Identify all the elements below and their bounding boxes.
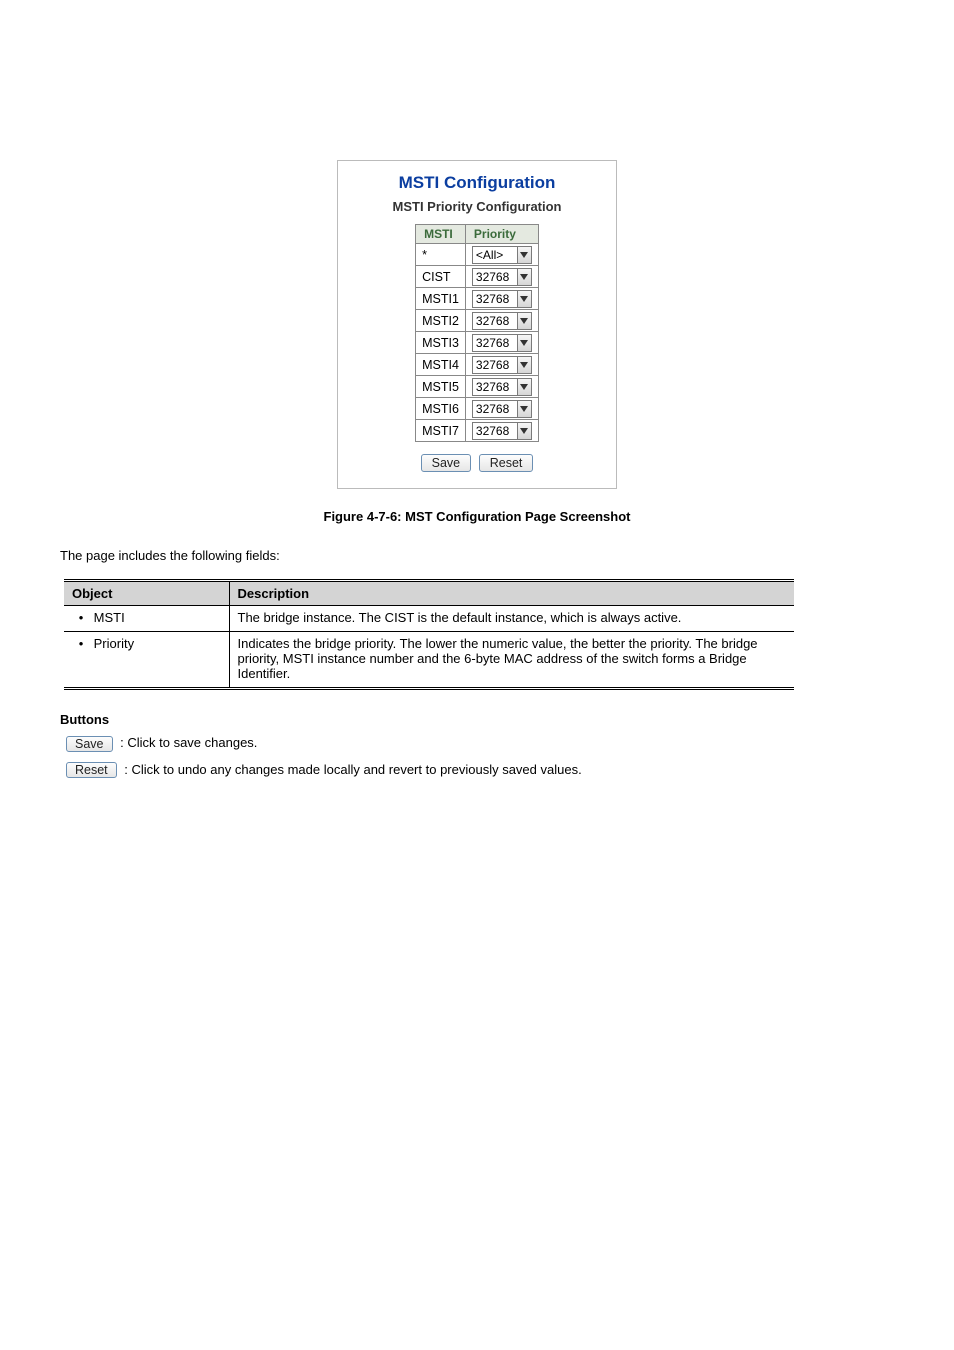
reset-button-sample[interactable]: Reset (66, 762, 117, 778)
table-row: MSTI5 32768 (416, 376, 539, 398)
chevron-down-icon (517, 401, 531, 417)
parameter-table: Object Description • MSTI The bridge ins… (64, 579, 794, 690)
panel-subtitle: MSTI Priority Configuration (360, 199, 594, 214)
table-row: MSTI7 32768 (416, 420, 539, 442)
param-desc: The bridge instance. The CIST is the def… (229, 606, 794, 632)
priority-select-msti3[interactable]: 32768 (472, 334, 532, 352)
table-row: MSTI3 32768 (416, 332, 539, 354)
param-row: • MSTI The bridge instance. The CIST is … (64, 606, 794, 632)
priority-select-msti5[interactable]: 32768 (472, 378, 532, 396)
msti-cell: * (416, 244, 466, 266)
buttons-heading: Buttons (60, 712, 894, 727)
table-row: CIST 32768 (416, 266, 539, 288)
msti-cell: MSTI3 (416, 332, 466, 354)
chevron-down-icon (517, 313, 531, 329)
param-desc: Indicates the bridge priority. The lower… (229, 632, 794, 689)
priority-select-msti7[interactable]: 32768 (472, 422, 532, 440)
save-button-sample[interactable]: Save (66, 736, 113, 752)
msti-cell: MSTI7 (416, 420, 466, 442)
chevron-down-icon (517, 269, 531, 285)
msti-cell: MSTI6 (416, 398, 466, 420)
reset-desc: : Click to undo any changes made locally… (124, 762, 581, 777)
save-button[interactable]: Save (421, 454, 472, 472)
figure-caption: Figure 4-7-6: MST Configuration Page Scr… (60, 509, 894, 524)
table-row: * <All> (416, 244, 539, 266)
reset-button[interactable]: Reset (479, 454, 534, 472)
chevron-down-icon (517, 335, 531, 351)
col-head-msti: MSTI (416, 225, 466, 244)
lead-text: The page includes the following fields: (60, 548, 894, 563)
bullet-icon: • (72, 610, 90, 625)
panel-title: MSTI Configuration (360, 173, 594, 193)
save-desc: : Click to save changes. (120, 735, 257, 750)
chevron-down-icon (517, 423, 531, 439)
param-name: Priority (94, 636, 134, 651)
col-head-priority: Priority (465, 225, 538, 244)
chevron-down-icon (517, 379, 531, 395)
table-row: MSTI2 32768 (416, 310, 539, 332)
priority-select-all[interactable]: <All> (472, 246, 532, 264)
param-name: MSTI (94, 610, 125, 625)
col-head-object: Object (64, 581, 229, 606)
msti-cell: MSTI1 (416, 288, 466, 310)
chevron-down-icon (517, 247, 531, 263)
table-row: MSTI1 32768 (416, 288, 539, 310)
chevron-down-icon (517, 357, 531, 373)
msti-cell: MSTI2 (416, 310, 466, 332)
table-row: MSTI6 32768 (416, 398, 539, 420)
msti-cell: MSTI4 (416, 354, 466, 376)
msti-priority-table: MSTI Priority * <All> (415, 224, 539, 442)
bullet-icon: • (72, 636, 90, 651)
msti-cell: CIST (416, 266, 466, 288)
priority-select-cist[interactable]: 32768 (472, 268, 532, 286)
priority-select-msti1[interactable]: 32768 (472, 290, 532, 308)
msti-cell: MSTI5 (416, 376, 466, 398)
chevron-down-icon (517, 291, 531, 307)
table-row: MSTI4 32768 (416, 354, 539, 376)
priority-select-msti4[interactable]: 32768 (472, 356, 532, 374)
msti-config-panel: MSTI Configuration MSTI Priority Configu… (337, 160, 617, 489)
param-row: • Priority Indicates the bridge priority… (64, 632, 794, 689)
col-head-description: Description (229, 581, 794, 606)
priority-select-msti2[interactable]: 32768 (472, 312, 532, 330)
priority-select-msti6[interactable]: 32768 (472, 400, 532, 418)
